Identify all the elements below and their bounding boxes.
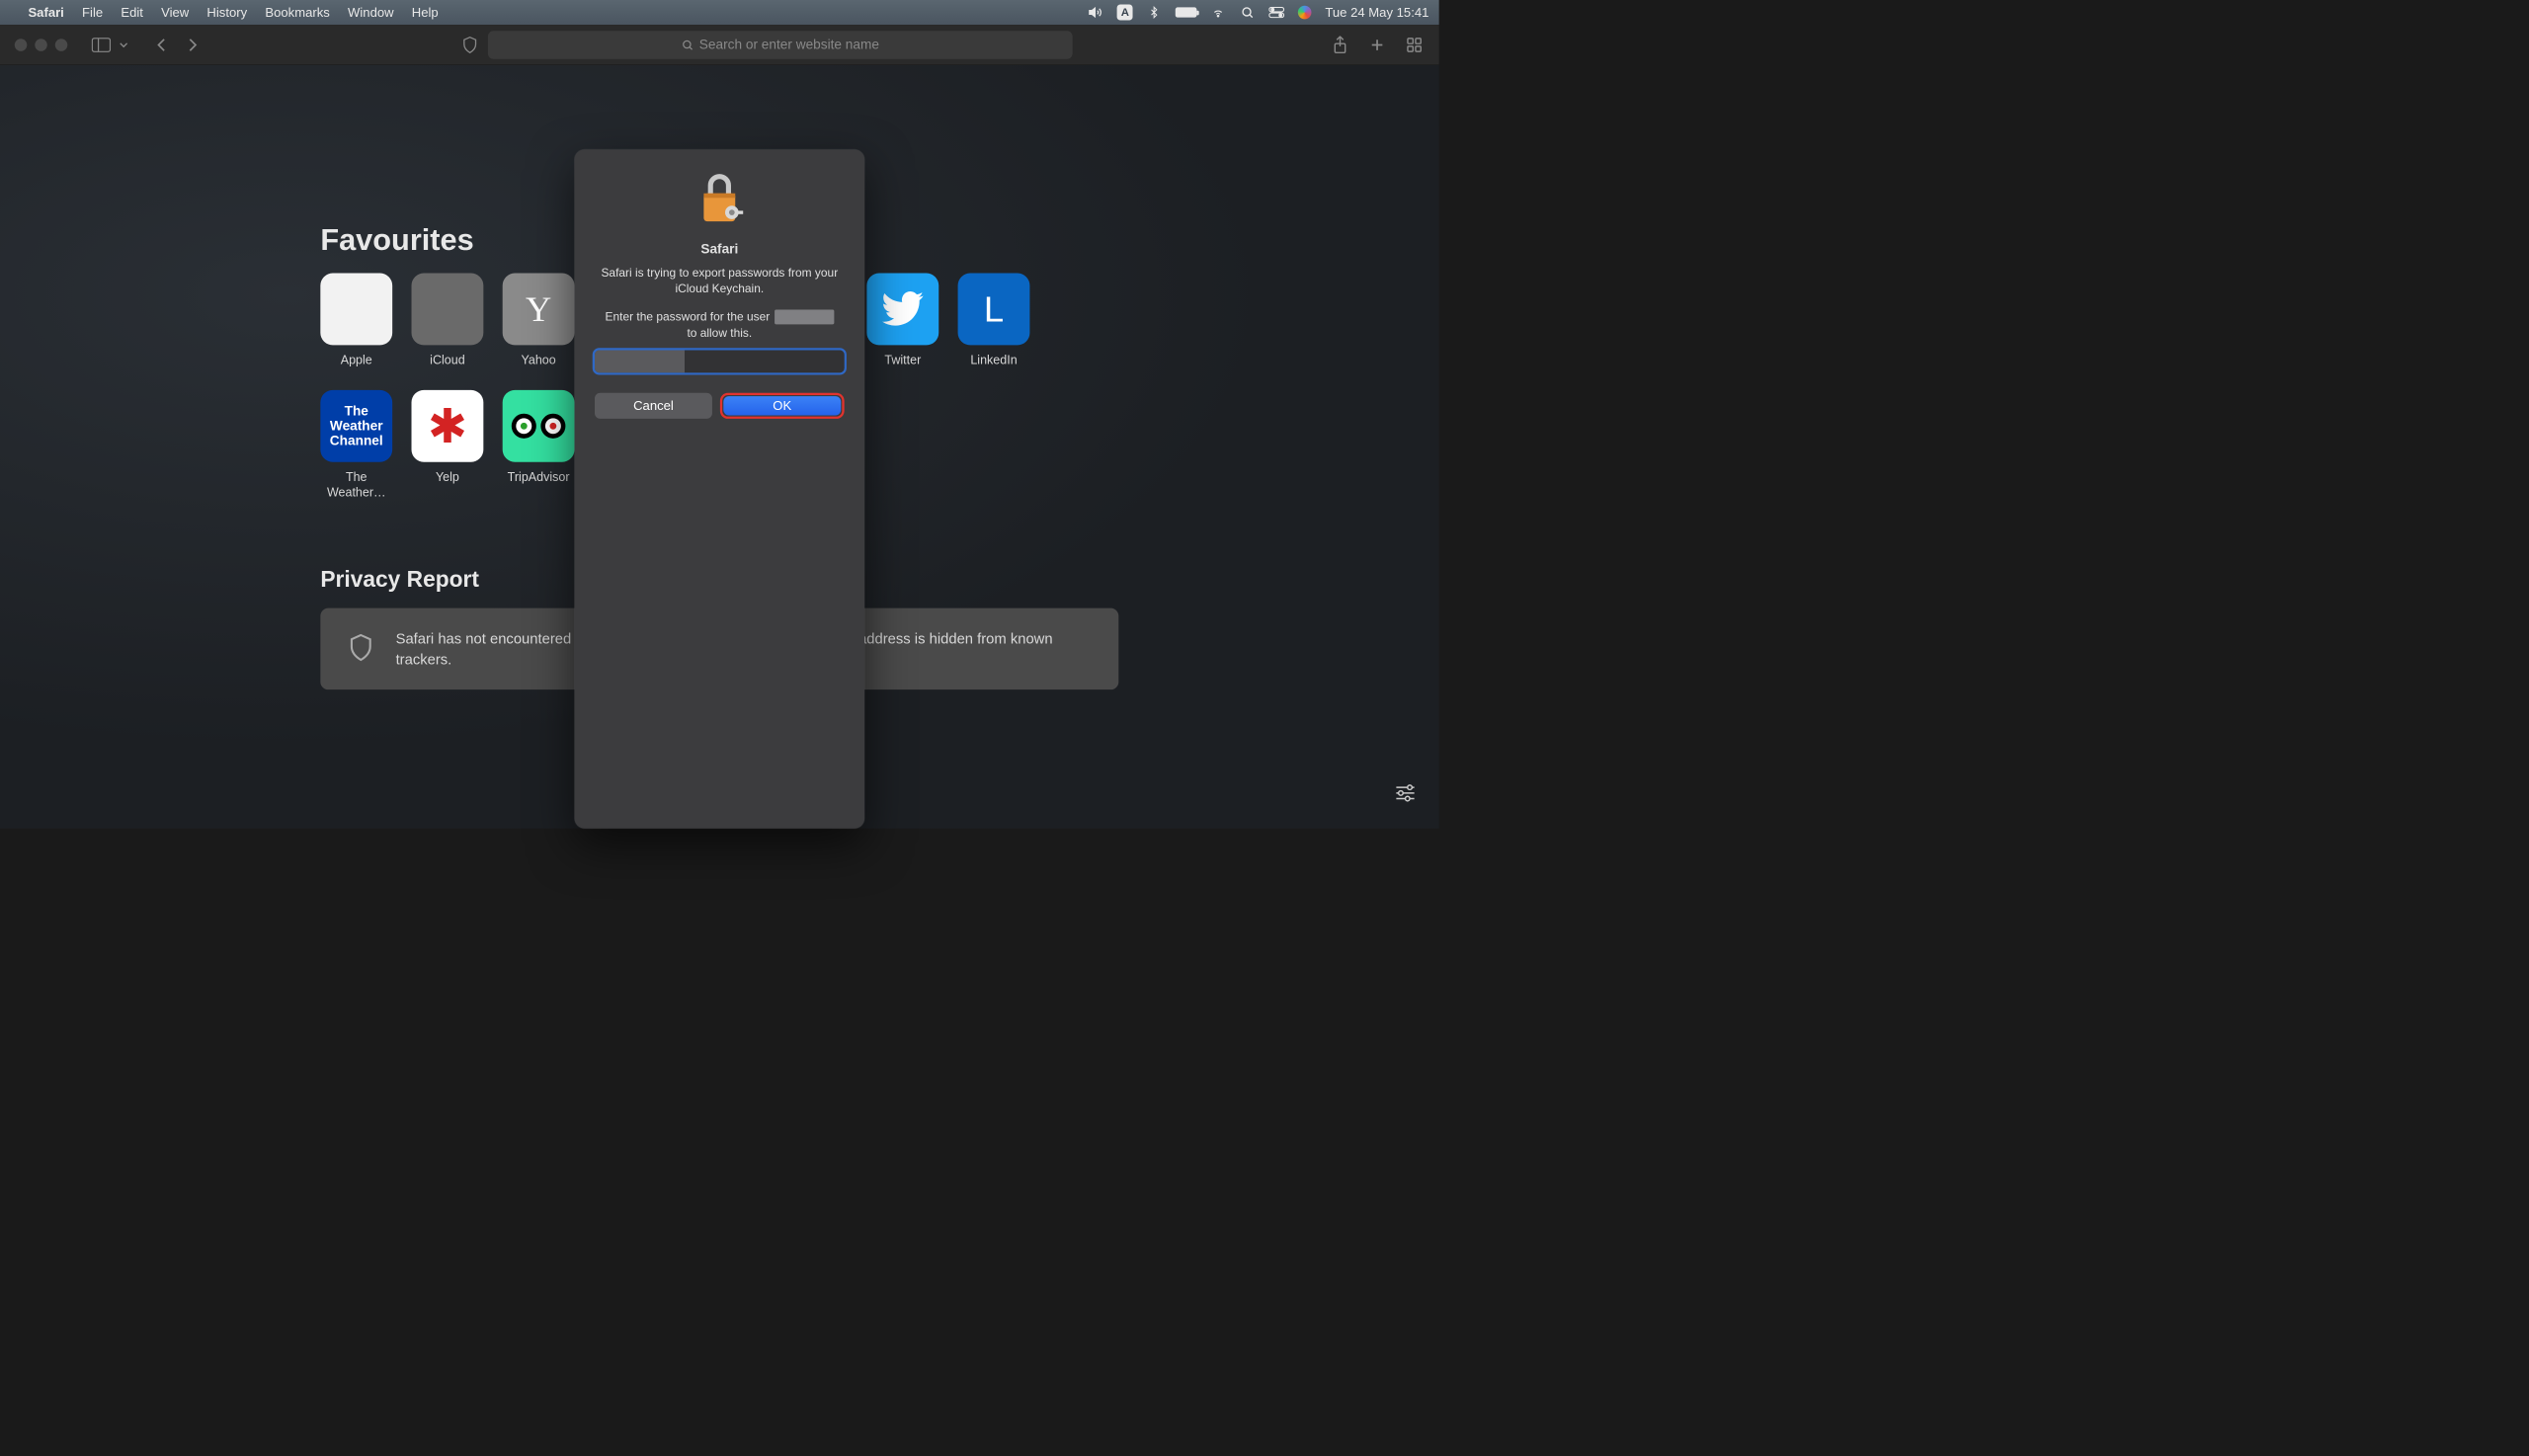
dialog-message: Safari is trying to export passwords fro… [595,266,845,297]
redacted-username [775,309,834,324]
favourite-label: LinkedIn [970,353,1017,367]
system-menubar: Safari File Edit View History Bookmarks … [0,0,1439,25]
apple-logo-icon [320,274,392,346]
dialog-prompt-post: to allow this. [595,326,845,340]
siri-icon[interactable] [1298,6,1312,20]
privacy-shield-button[interactable] [459,35,479,54]
close-window-button[interactable] [15,39,28,51]
weather-channel-tile: The Weather Channel [320,390,392,462]
control-center-icon[interactable] [1268,5,1284,21]
search-icon [682,39,694,51]
share-button[interactable] [1330,35,1349,54]
ok-button-highlight: OK [720,393,845,419]
lock-icon [595,172,845,228]
battery-icon[interactable] [1176,7,1197,17]
address-search-field[interactable]: Search or enter website name [488,31,1073,58]
volume-icon[interactable] [1088,5,1103,21]
sidebar-dropdown-button[interactable] [114,35,133,54]
apple-logo-icon [412,274,484,346]
menu-edit[interactable]: Edit [121,5,143,20]
menu-history[interactable]: History [206,5,247,20]
menubar-datetime[interactable]: Tue 24 May 15:41 [1325,5,1428,20]
forward-button[interactable] [182,35,202,54]
favourite-icloud[interactable]: iCloud [412,274,484,368]
dialog-prompt-pre: Enter the password for the user [606,310,771,324]
favourite-label: TripAdvisor [508,470,570,485]
input-source-indicator[interactable]: A [1117,5,1133,21]
favourite-apple[interactable]: Apple [320,274,392,368]
browser-toolbar: Search or enter website name [0,25,1439,65]
cancel-button[interactable]: Cancel [595,393,712,419]
address-placeholder: Search or enter website name [699,37,879,52]
menu-bookmarks[interactable]: Bookmarks [265,5,329,20]
ok-button[interactable]: OK [723,396,841,415]
bluetooth-icon[interactable] [1146,5,1162,21]
zoom-window-button[interactable] [55,39,68,51]
favourite-label: Apple [341,353,372,367]
dialog-title: Safari [595,242,845,258]
menu-view[interactable]: View [161,5,189,20]
yelp-icon: ✱ [412,390,484,462]
favourite-label: Yelp [436,470,459,485]
new-tab-button[interactable] [1367,35,1387,54]
wifi-icon[interactable] [1210,5,1226,21]
tab-overview-button[interactable] [1404,35,1424,54]
menu-help[interactable]: Help [412,5,439,20]
spotlight-icon[interactable] [1240,5,1256,21]
tripadvisor-icon [503,390,575,462]
favourite-label: The Weather… [320,470,392,500]
window-controls [15,39,67,51]
favourite-twitter[interactable]: Twitter [866,274,938,368]
password-input[interactable] [595,350,845,372]
dialog-prompt: Enter the password for the user [595,309,845,324]
favourite-yelp[interactable]: ✱ Yelp [412,390,484,500]
twitter-icon [866,274,938,346]
favourite-label: iCloud [430,353,464,367]
back-button[interactable] [152,35,172,54]
app-menu-safari[interactable]: Safari [28,5,63,20]
favourite-linkedin[interactable]: L LinkedIn [958,274,1030,368]
favourite-tripadvisor[interactable]: TripAdvisor [503,390,575,500]
menu-window[interactable]: Window [348,5,394,20]
minimize-window-button[interactable] [35,39,47,51]
sidebar-toggle-button[interactable] [91,35,111,54]
customize-start-page-button[interactable] [1394,783,1417,806]
shield-icon [349,633,373,665]
favourite-yahoo[interactable]: Y Yahoo [503,274,575,368]
menu-file[interactable]: File [82,5,103,20]
keychain-password-dialog: Safari Safari is trying to export passwo… [575,149,865,828]
favourite-label: Yahoo [521,353,555,367]
favourite-label: Twitter [884,353,921,367]
favourite-weather[interactable]: The Weather Channel The Weather… [320,390,392,500]
linkedin-tile: L [958,274,1030,346]
yahoo-tile: Y [503,274,575,346]
